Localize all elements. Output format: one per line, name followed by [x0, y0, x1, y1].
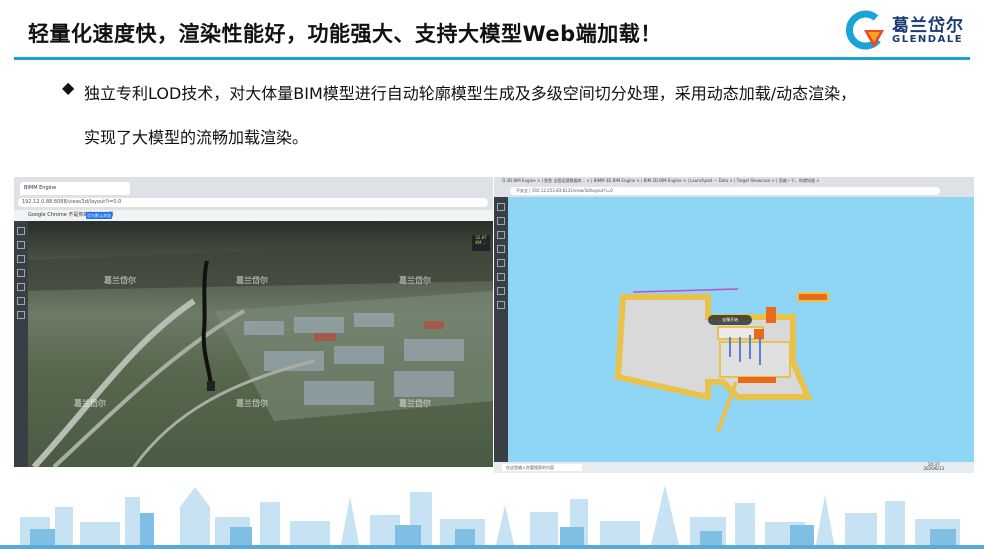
- station-model: [614, 288, 829, 433]
- watermark-text: 葛兰岱尔: [399, 276, 431, 285]
- section-icon[interactable]: [497, 245, 505, 253]
- browser-tabs[interactable]: Q 3D BIM Engine × | 鱼鱼 全国运营数据库... × | BI…: [502, 178, 962, 186]
- browser-chrome: Q 3D BIM Engine × | 鱼鱼 全国运营数据库... × | BI…: [494, 177, 974, 197]
- clock-date: 2020/6/13: [923, 466, 944, 471]
- overlay-label: 支撑开始: [722, 317, 738, 322]
- logo-english-name: GLENDALE: [892, 34, 964, 45]
- right-screenshot: Q 3D BIM Engine × | 鱼鱼 全国运营数据库... × | BI…: [494, 177, 974, 473]
- address-bar[interactable]: 不安全 | 192.12.253.83:8131/view/3d/layout?…: [510, 187, 940, 195]
- glendale-logo-icon: [846, 10, 884, 50]
- roam-icon[interactable]: [17, 283, 25, 291]
- left-screenshot: BIMM Engine 192.12.0.88:8088/view/3d/lay…: [14, 177, 493, 467]
- 3d-terrain-viewport[interactable]: 葛兰岱尔 葛兰岱尔 葛兰岱尔 葛兰岱尔 葛兰岱尔 葛兰岱尔: [14, 221, 493, 467]
- scale-readout: 32.87 KM ...: [472, 235, 490, 251]
- layers-icon[interactable]: [17, 241, 25, 249]
- layers-icon[interactable]: [497, 217, 505, 225]
- 3d-model-viewport[interactable]: 支撑开始: [508, 197, 974, 462]
- watermark-text: 葛兰岱尔: [236, 399, 268, 408]
- city-skyline-decoration: [0, 485, 984, 549]
- watermark-text: 葛兰岱尔: [104, 276, 136, 285]
- set-default-button[interactable]: 设为默认浏览器: [86, 212, 112, 225]
- roam-icon[interactable]: [497, 259, 505, 267]
- settings-icon[interactable]: [497, 301, 505, 309]
- watermark-text: 葛兰岱尔: [236, 276, 268, 285]
- left-toolbar: [14, 221, 28, 467]
- watermark-text: 葛兰岱尔: [399, 399, 431, 408]
- terrain-scene: [14, 241, 493, 467]
- bullet-marker-icon: ◆: [62, 78, 75, 97]
- watermark-text: 葛兰岱尔: [74, 399, 106, 408]
- settings-icon[interactable]: [17, 311, 25, 319]
- title-divider: [14, 57, 970, 60]
- home-icon[interactable]: [17, 227, 25, 235]
- bullet-text-line-2: 实现了大模型的流畅加载渲染。: [84, 128, 309, 147]
- logo: 葛兰岱尔 GLENDALE: [846, 10, 972, 50]
- taskbar-search-input[interactable]: 在这里输入你要搜索的内容: [502, 464, 582, 471]
- view-icon[interactable]: [497, 273, 505, 281]
- measure-icon[interactable]: [497, 231, 505, 239]
- left-toolbar: [494, 197, 508, 462]
- browser-tab[interactable]: BIMM Engine: [20, 182, 130, 195]
- windows-taskbar: 在这里输入你要搜索的内容 20:37 2020/6/13: [494, 462, 974, 473]
- measure-icon[interactable]: [17, 255, 25, 263]
- logo-chinese-name: 葛兰岱尔: [892, 16, 964, 36]
- section-icon[interactable]: [17, 269, 25, 277]
- home-icon[interactable]: [497, 203, 505, 211]
- bullet-text-line-1: 独立专利LOD技术，对大体量BIM模型进行自动轮廓模型生成及多级空间切分处理，采…: [84, 84, 857, 103]
- page-title: 轻量化速度快，渲染性能好，功能强大、支持大模型Web端加载！: [28, 22, 662, 46]
- default-browser-infobar: Google Chrome 不是你的默认浏览器 设为默认浏览器: [14, 210, 493, 225]
- view-icon[interactable]: [17, 297, 25, 305]
- taskbar-clock: 20:37 2020/6/13: [923, 463, 944, 471]
- property-icon[interactable]: [497, 287, 505, 295]
- address-bar[interactable]: 192.12.0.88:8088/view/3d/layout?i=0.0: [18, 198, 488, 207]
